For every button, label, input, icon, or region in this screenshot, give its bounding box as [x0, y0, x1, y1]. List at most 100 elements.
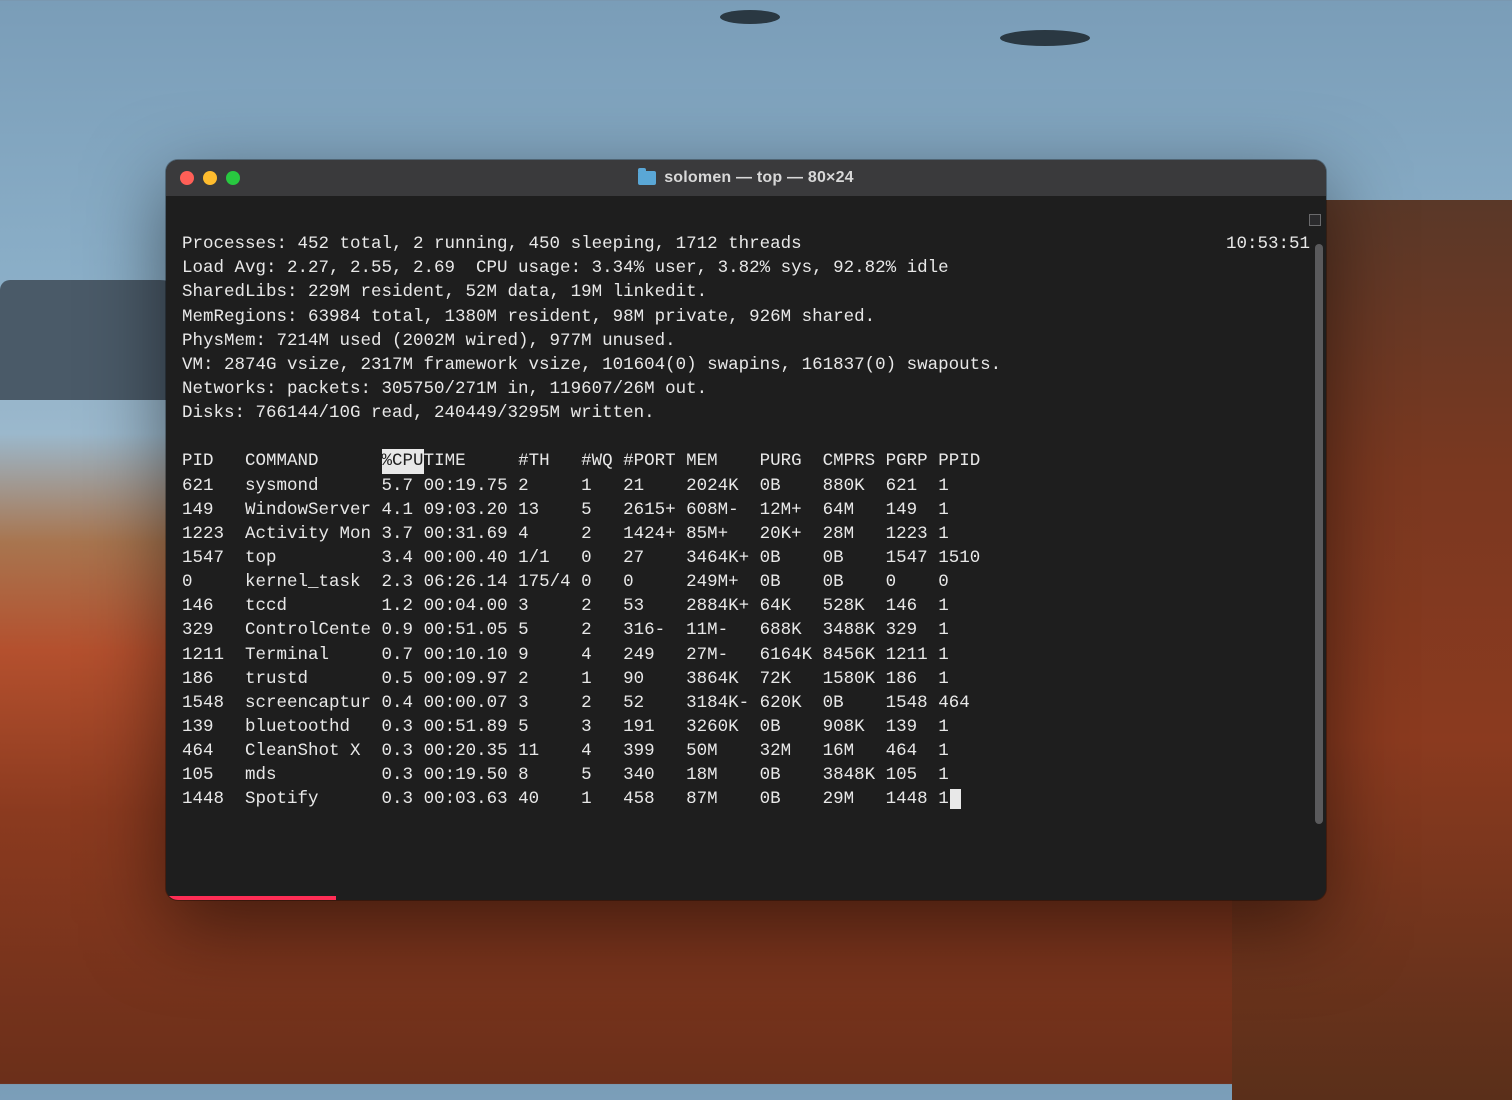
table-row: 1448 Spotify 0.3 00:03.63 40 1 458 87M 0…	[182, 787, 980, 811]
table-header-row: PID COMMAND %CPUTIME #TH #WQ #PORT MEM P…	[182, 449, 980, 473]
column-header[interactable]: #PORT	[623, 449, 686, 473]
cell-wq: 2	[581, 691, 623, 715]
scrollbar-track[interactable]	[1313, 204, 1323, 892]
cell-time: 00:19.50	[424, 763, 519, 787]
cell-mem: 249M+	[686, 570, 760, 594]
minimize-button[interactable]	[203, 171, 217, 185]
scrollbar-thumb[interactable]	[1315, 244, 1323, 824]
cell-pgrp: 1547	[886, 546, 939, 570]
cell-purg: 6164K	[760, 643, 823, 667]
cell-mem: 11M-	[686, 618, 760, 642]
cell-mem: 18M	[686, 763, 760, 787]
cell-command: trustd	[245, 667, 382, 691]
cell-mem: 3864K	[686, 667, 760, 691]
cell-mem: 2884K+	[686, 594, 760, 618]
cell-port: 191	[623, 715, 686, 739]
cell-cpu: 0.9	[382, 618, 424, 642]
cell-mem: 85M+	[686, 522, 760, 546]
cell-port: 0	[623, 570, 686, 594]
terminal-window[interactable]: solomen — top — 80×24 Processes: 452 tot…	[166, 160, 1326, 900]
table-row: 0 kernel_task 2.3 06:26.14 175/4 0 0 249…	[182, 570, 980, 594]
table-row: 149 WindowServer 4.1 09:03.20 13 5 2615+…	[182, 498, 980, 522]
summary-sharedlibs: SharedLibs: 229M resident, 52M data, 19M…	[182, 282, 707, 302]
cell-wq: 1	[581, 667, 623, 691]
cell-cmprs: 0B	[823, 691, 886, 715]
cell-pid: 0	[182, 570, 245, 594]
cell-ppid: 464	[938, 691, 980, 715]
column-header[interactable]: MEM	[686, 449, 760, 473]
cell-port: 1424+	[623, 522, 686, 546]
cell-pid: 1223	[182, 522, 245, 546]
cell-cpu: 2.3	[382, 570, 424, 594]
desktop-bg-island	[720, 10, 780, 24]
cell-wq: 2	[581, 618, 623, 642]
cell-cmprs: 28M	[823, 522, 886, 546]
column-header[interactable]: %CPU	[382, 449, 424, 473]
column-header[interactable]: PURG	[760, 449, 823, 473]
column-header[interactable]: #WQ	[581, 449, 623, 473]
close-button[interactable]	[180, 171, 194, 185]
summary-physmem: PhysMem: 7214M used (2002M wired), 977M …	[182, 331, 676, 351]
cell-port: 2615+	[623, 498, 686, 522]
clock: 10:53:51	[1226, 232, 1310, 256]
cell-pid: 1548	[182, 691, 245, 715]
titlebar[interactable]: solomen — top — 80×24	[166, 160, 1326, 196]
cell-cpu: 3.7	[382, 522, 424, 546]
cell-ppid: 1	[938, 739, 980, 763]
cell-mem: 27M-	[686, 643, 760, 667]
cell-purg: 64K	[760, 594, 823, 618]
table-row: 329 ControlCente 0.9 00:51.05 5 2 316- 1…	[182, 618, 980, 642]
maximize-button[interactable]	[226, 171, 240, 185]
cell-purg: 0B	[760, 546, 823, 570]
cell-time: 00:51.05	[424, 618, 519, 642]
cell-ppid: 1	[938, 594, 980, 618]
column-header[interactable]: PGRP	[886, 449, 939, 473]
cell-cmprs: 3488K	[823, 618, 886, 642]
cell-mem: 3464K+	[686, 546, 760, 570]
cell-time: 00:51.89	[424, 715, 519, 739]
summary-disks: Disks: 766144/10G read, 240449/3295M wri…	[182, 403, 655, 423]
cell-wq: 1	[581, 474, 623, 498]
cell-command: mds	[245, 763, 382, 787]
column-header[interactable]: COMMAND	[245, 449, 382, 473]
terminal-output[interactable]: Processes: 452 total, 2 running, 450 sle…	[166, 196, 1326, 900]
cell-th: 2	[518, 474, 581, 498]
cell-cmprs: 1580K	[823, 667, 886, 691]
cell-command: ControlCente	[245, 618, 382, 642]
column-header[interactable]: PPID	[938, 449, 980, 473]
cell-cmprs: 16M	[823, 739, 886, 763]
cell-pid: 464	[182, 739, 245, 763]
column-header[interactable]: PID	[182, 449, 245, 473]
cell-cmprs: 908K	[823, 715, 886, 739]
cell-wq: 2	[581, 522, 623, 546]
cell-command: WindowServer	[245, 498, 382, 522]
cell-time: 00:00.07	[424, 691, 519, 715]
cell-pgrp: 105	[886, 763, 939, 787]
cell-wq: 5	[581, 763, 623, 787]
summary-memregions: MemRegions: 63984 total, 1380M resident,…	[182, 307, 875, 327]
cell-command: sysmond	[245, 474, 382, 498]
cell-ppid: 1	[938, 618, 980, 642]
cell-purg: 688K	[760, 618, 823, 642]
cell-time: 00:31.69	[424, 522, 519, 546]
scroll-indicator-icon	[1309, 214, 1321, 226]
cell-pgrp: 149	[886, 498, 939, 522]
cell-port: 249	[623, 643, 686, 667]
cell-ppid: 0	[938, 570, 980, 594]
cell-ppid: 1	[938, 643, 980, 667]
cell-ppid: 1	[938, 715, 980, 739]
cell-cmprs: 528K	[823, 594, 886, 618]
cell-purg: 0B	[760, 570, 823, 594]
cell-pgrp: 1548	[886, 691, 939, 715]
column-header[interactable]: CMPRS	[823, 449, 886, 473]
cell-mem: 608M-	[686, 498, 760, 522]
table-row: 464 CleanShot X 0.3 00:20.35 11 4 399 50…	[182, 739, 980, 763]
cell-cmprs: 8456K	[823, 643, 886, 667]
table-row: 1547 top 3.4 00:00.40 1/1 0 27 3464K+ 0B…	[182, 546, 980, 570]
column-header[interactable]: TIME	[424, 449, 519, 473]
cell-cpu: 4.1	[382, 498, 424, 522]
column-header[interactable]: #TH	[518, 449, 581, 473]
cell-pid: 1211	[182, 643, 245, 667]
cell-command: kernel_task	[245, 570, 382, 594]
window-title: solomen — top — 80×24	[664, 169, 854, 187]
